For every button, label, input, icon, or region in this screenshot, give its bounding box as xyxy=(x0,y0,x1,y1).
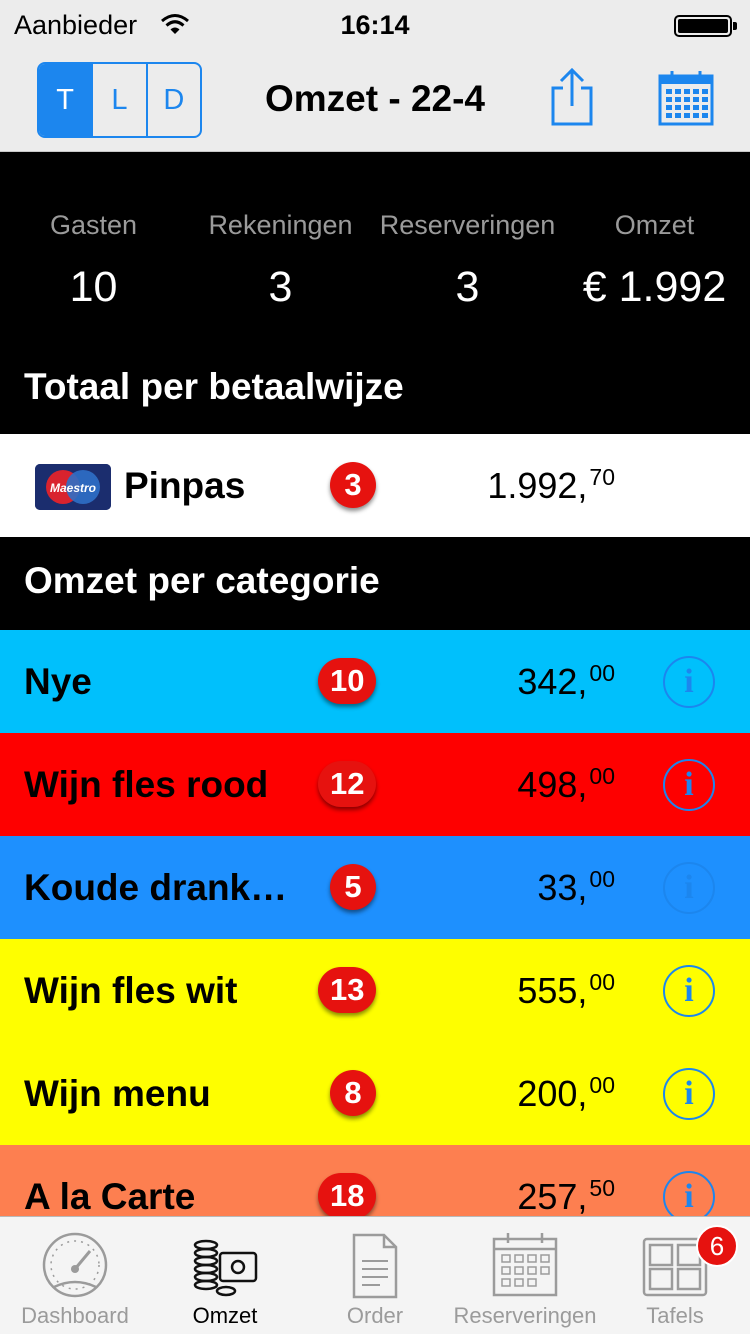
category-name: Wijn menu xyxy=(24,1072,211,1114)
amount-integer: 1.992, xyxy=(487,464,588,506)
period-segmented-control: T L D xyxy=(37,62,202,138)
category-amount: 498, 00 xyxy=(517,733,615,836)
payment-row-pinpas[interactable]: Maestro Pinpas 3 1.992, 70 xyxy=(0,434,750,537)
status-time: 16:14 xyxy=(340,10,410,40)
tab-label: Reserveringen xyxy=(453,1303,597,1328)
stat-label: Rekeningen xyxy=(208,210,353,240)
amount-decimals: 00 xyxy=(589,1072,615,1098)
category-name: Wijn fles rood xyxy=(24,763,269,805)
count-badge: 10 xyxy=(318,658,377,704)
amount-integer: 498, xyxy=(517,763,588,805)
status-bar: Aanbieder 16:14 xyxy=(0,0,750,50)
stat-label: Gasten xyxy=(49,210,138,240)
info-icon[interactable]: i xyxy=(663,862,715,914)
tab-tafels[interactable]: 6 Tafels xyxy=(600,1217,750,1334)
stat-label: Omzet xyxy=(614,210,695,240)
amount-decimals: 70 xyxy=(589,464,615,490)
category-amount: 200, 00 xyxy=(517,1042,615,1145)
tab-omzet[interactable]: Omzet xyxy=(150,1217,300,1334)
tab-reserveringen[interactable]: Reserveringen xyxy=(450,1217,600,1334)
dashboard-gauge-icon xyxy=(42,1232,108,1298)
category-row-wijn-fles-wit[interactable]: Wijn fles wit 13 555, 00 i xyxy=(0,939,750,1042)
info-icon[interactable]: i xyxy=(663,1068,715,1120)
summary-panel: Gasten 10 Rekeningen 3 Reserveringen 3 O… xyxy=(0,152,750,352)
tab-dashboard[interactable]: Dashboard xyxy=(0,1217,150,1334)
stat-label: Reserveringen xyxy=(379,210,556,240)
category-row-wijn-menu[interactable]: Wijn menu 8 200, 00 i xyxy=(0,1042,750,1145)
amount-integer: 342, xyxy=(517,660,588,702)
category-row-nye[interactable]: Nye 10 342, 00 i xyxy=(0,630,750,733)
svg-text:Maestro: Maestro xyxy=(50,481,96,495)
tab-label: Omzet xyxy=(192,1303,258,1328)
category-amount: 555, 00 xyxy=(517,939,615,1042)
category-amount: 33, 00 xyxy=(537,836,615,939)
calendar-icon xyxy=(492,1233,558,1297)
tab-label: Tafels xyxy=(646,1303,704,1328)
category-row-wijn-fles-rood[interactable]: Wijn fles rood 12 498, 00 i xyxy=(0,733,750,836)
count-badge: 8 xyxy=(330,1070,376,1116)
battery-icon xyxy=(674,15,737,37)
document-icon xyxy=(352,1233,398,1299)
amount-integer: 555, xyxy=(517,969,588,1011)
count-badge: 5 xyxy=(330,864,376,910)
stat-value: € 1.992 xyxy=(582,263,727,311)
count-badge: 12 xyxy=(318,761,377,807)
tab-order[interactable]: Order xyxy=(300,1217,450,1334)
count-badge: 3 xyxy=(330,462,376,508)
section-header-category: Omzet per categorie xyxy=(0,538,750,624)
share-icon[interactable] xyxy=(548,68,596,126)
info-icon[interactable]: i xyxy=(663,759,715,811)
amount-integer: 200, xyxy=(517,1072,588,1114)
amount-decimals: 00 xyxy=(589,763,615,789)
page-title: Omzet - 22-4 xyxy=(264,78,485,119)
stat-rekeningen: Rekeningen 3 xyxy=(187,152,374,312)
tab-badge: 6 xyxy=(696,1225,738,1267)
stat-omzet: Omzet € 1.992 xyxy=(561,152,748,312)
payment-amount: 1.992, 70 xyxy=(487,434,615,537)
category-name: Koude drank… xyxy=(24,866,288,908)
segment-l[interactable]: L xyxy=(91,64,145,136)
info-icon[interactable]: i xyxy=(663,656,715,708)
maestro-logo: Maestro xyxy=(35,464,111,510)
amount-decimals: 50 xyxy=(589,1175,615,1201)
segment-d[interactable]: D xyxy=(145,64,200,136)
count-badge: 13 xyxy=(318,967,377,1013)
section-header-payment: Totaal per betaalwijze xyxy=(0,344,750,430)
category-amount: 342, 00 xyxy=(517,630,615,733)
info-icon[interactable]: i xyxy=(663,965,715,1017)
stat-gasten: Gasten 10 xyxy=(0,152,187,312)
segment-t[interactable]: T xyxy=(39,64,92,136)
amount-decimals: 00 xyxy=(589,660,615,686)
payment-name: Pinpas xyxy=(124,464,246,506)
category-name: Wijn fles wit xyxy=(24,969,238,1011)
stat-value: 3 xyxy=(455,263,480,311)
calendar-icon[interactable] xyxy=(658,70,714,126)
count-badge: 18 xyxy=(318,1173,377,1219)
category-row-koude-drank[interactable]: Koude drank… 5 33, 00 i xyxy=(0,836,750,939)
tab-label: Order xyxy=(346,1303,404,1328)
amount-decimals: 00 xyxy=(589,969,615,995)
navigation-bar: Aanbieder 16:14 T L D Omzet - 22-4 xyxy=(0,0,750,152)
amount-integer: 257, xyxy=(517,1175,588,1217)
tab-label: Dashboard xyxy=(21,1303,129,1328)
tab-bar: Dashboard Omzet Order Reserveringen 6 Ta… xyxy=(0,1216,750,1334)
stat-reserveringen: Reserveringen 3 xyxy=(374,152,561,312)
coins-register-icon xyxy=(193,1239,258,1297)
stat-value: 10 xyxy=(69,263,118,311)
category-name: Nye xyxy=(24,660,92,702)
amount-integer: 33, xyxy=(537,866,588,908)
stat-value: 3 xyxy=(268,263,293,311)
amount-decimals: 00 xyxy=(589,866,615,892)
